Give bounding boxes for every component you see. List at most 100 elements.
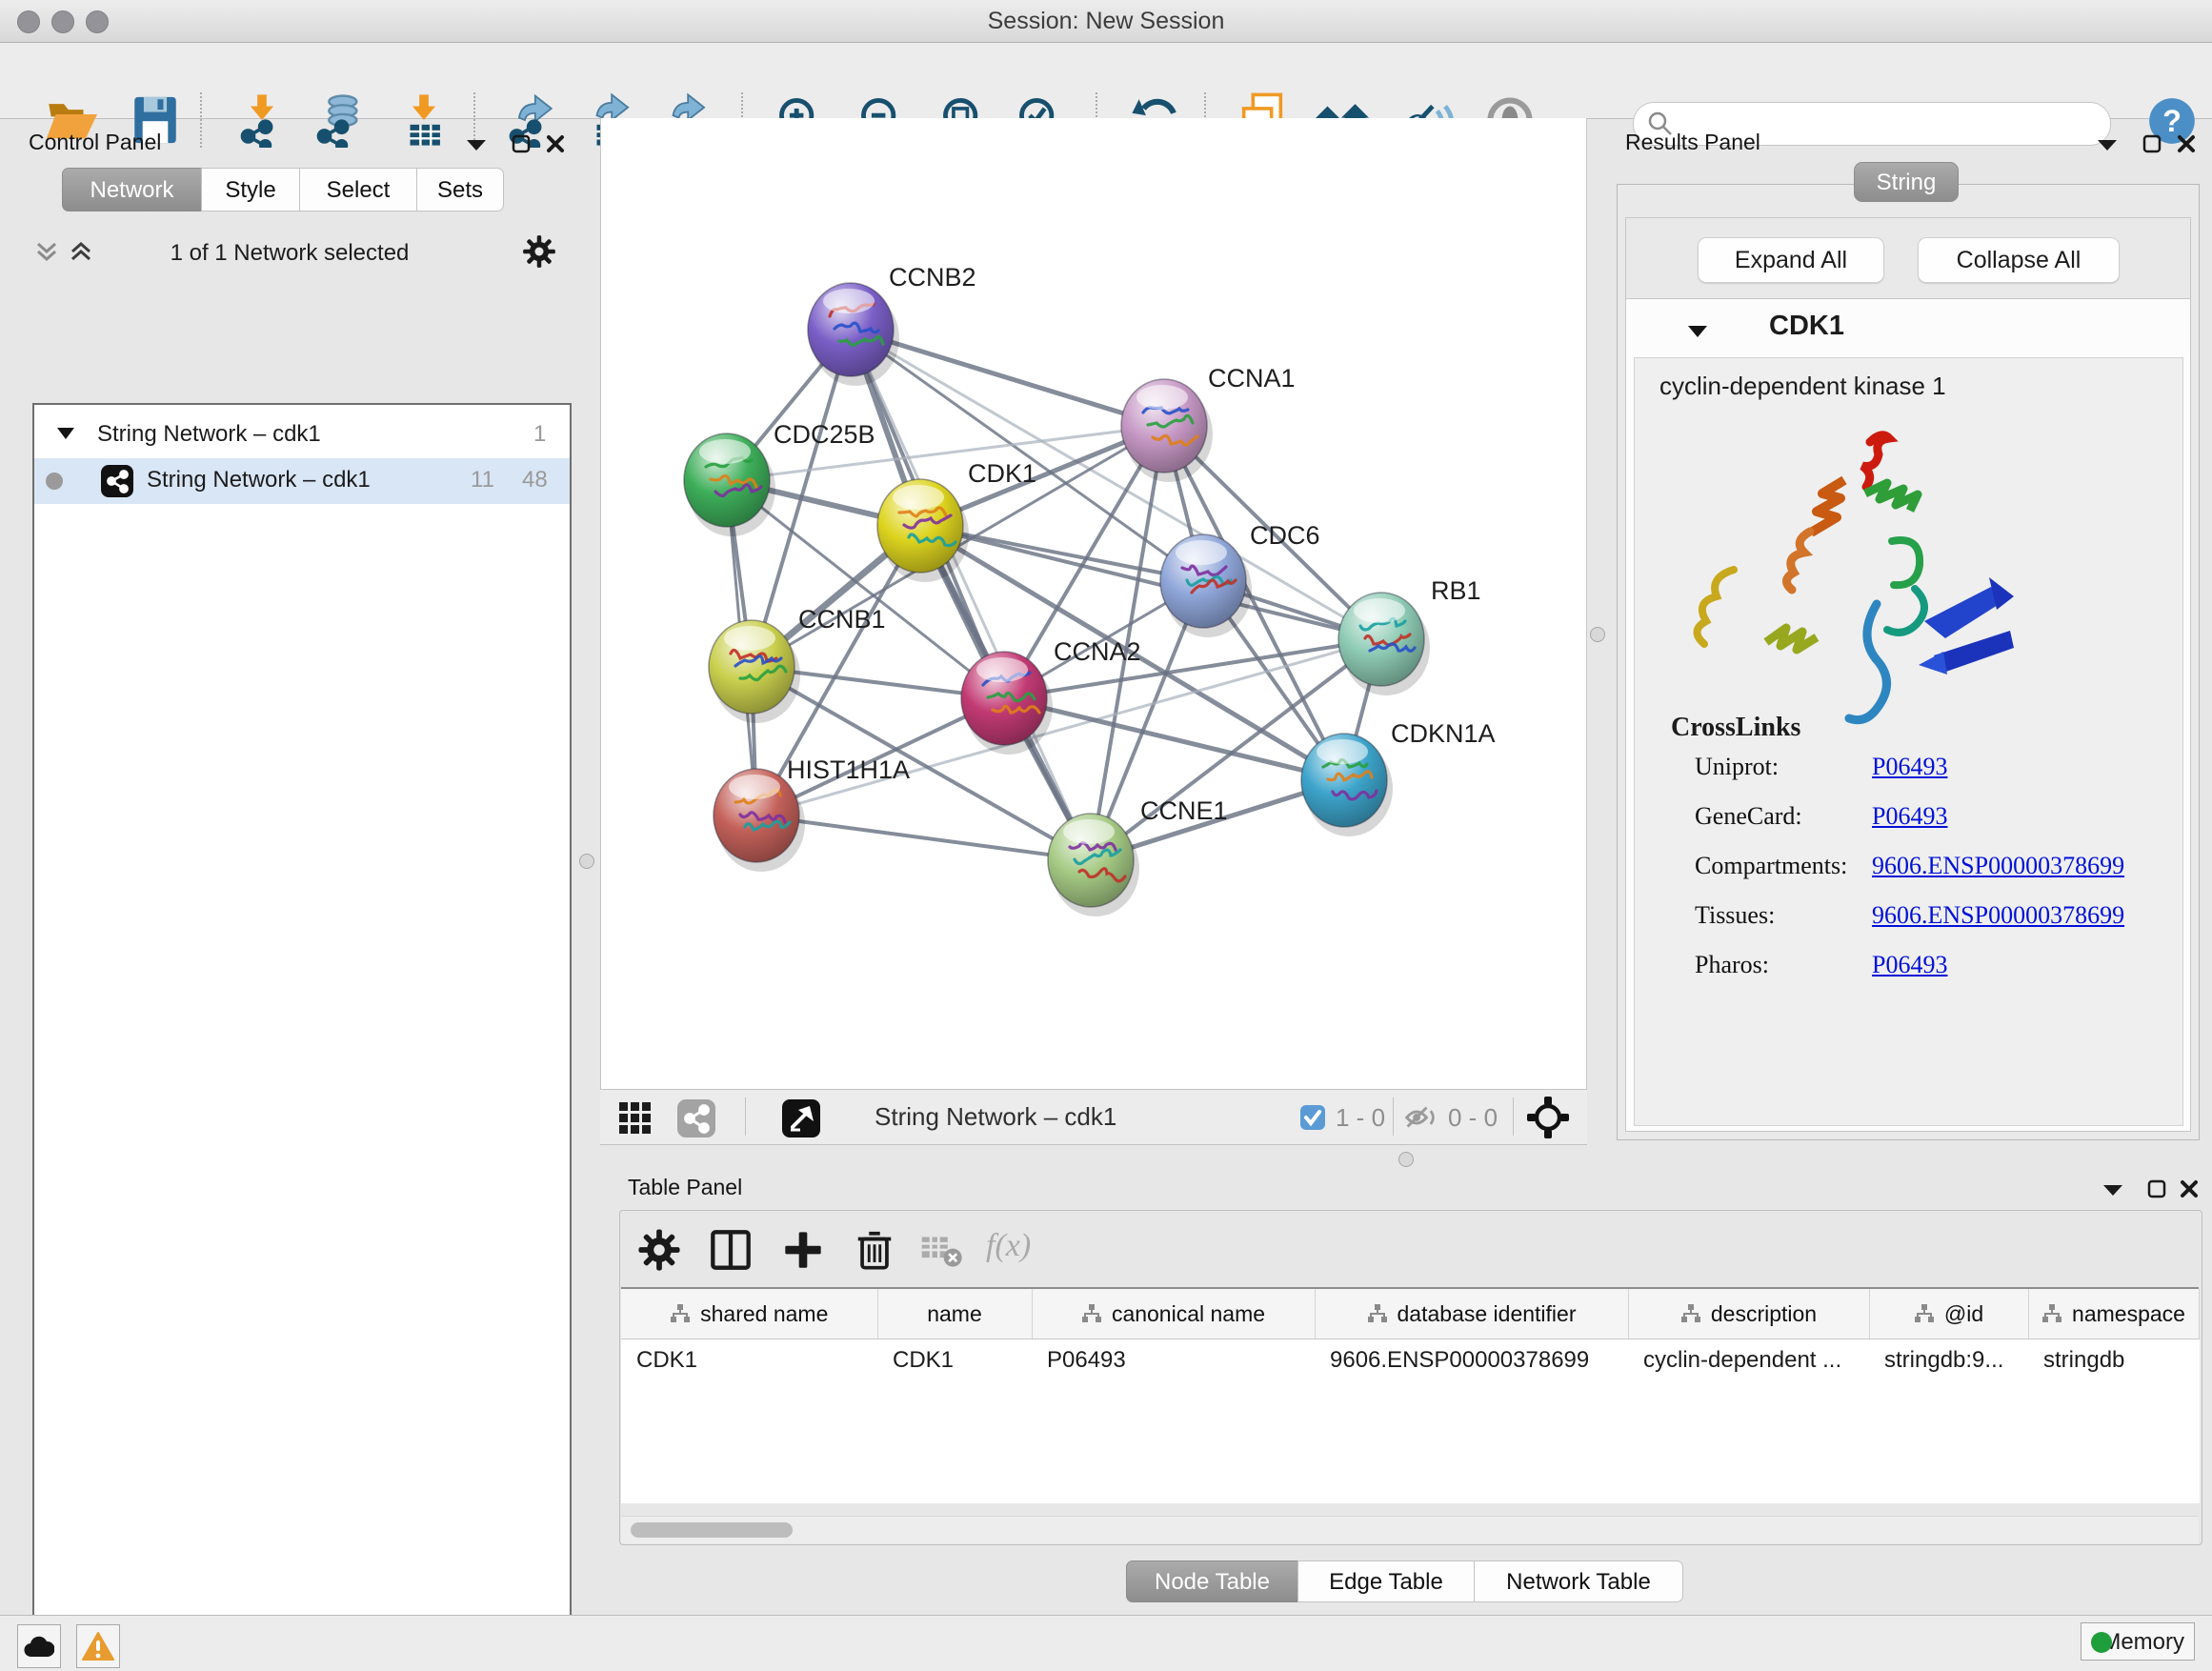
column-header[interactable]: canonical name <box>1032 1289 1315 1339</box>
shared-column-icon <box>1680 1303 1701 1324</box>
crosslink-label: Compartments: <box>1695 852 1847 880</box>
table-cell[interactable]: 9606.ENSP00000378699 <box>1315 1339 1628 1382</box>
network-node-label: CCNB1 <box>798 605 886 634</box>
network-collection-row[interactable]: String Network – cdk1 1 <box>34 413 570 458</box>
network-node-label: CDC25B <box>774 420 875 449</box>
network-node-label: CCNE1 <box>1140 796 1228 825</box>
control-panel-menu-icon[interactable] <box>465 137 488 152</box>
network-options-gear-icon[interactable] <box>522 234 556 269</box>
control-panel-float-icon[interactable] <box>511 133 532 154</box>
hidden-items-eye-icon <box>1405 1103 1441 1132</box>
crosslink-link[interactable]: P06493 <box>1872 753 1947 781</box>
table-panel-float-icon[interactable] <box>2146 1178 2167 1199</box>
cloud-status-button[interactable] <box>17 1624 61 1668</box>
viewbar-separator <box>1393 1097 1394 1136</box>
table-panel-title: Table Panel <box>628 1175 742 1200</box>
column-header[interactable]: description <box>1628 1289 1869 1339</box>
tab-select[interactable]: Select <box>299 168 417 211</box>
birds-eye-view-icon[interactable] <box>617 1100 654 1137</box>
expand-all-button[interactable]: Expand All <box>1698 237 1884 283</box>
network-node-label: CDC6 <box>1250 521 1320 550</box>
tab-style[interactable]: Style <box>201 168 300 211</box>
network-node-label: CCNA2 <box>1054 637 1141 666</box>
viewbar-separator <box>745 1097 746 1136</box>
table-cell[interactable]: CDK1 <box>877 1339 1032 1382</box>
open-in-new-window-icon[interactable] <box>781 1098 821 1138</box>
node-table: shared name name canonical name database… <box>621 1289 2200 1503</box>
collapse-all-button[interactable]: Collapse All <box>1918 237 2120 283</box>
tab-node-table[interactable]: Node Table <box>1126 1560 1298 1602</box>
crosslink-link[interactable]: P06493 <box>1872 951 1947 979</box>
network-collection-count: 1 <box>533 421 546 448</box>
horizontal-scrollbar[interactable] <box>621 1516 2199 1543</box>
table-panel-menu-icon[interactable] <box>2101 1182 2124 1198</box>
window-close-button[interactable] <box>17 10 40 33</box>
column-header[interactable]: name <box>877 1289 1032 1339</box>
main-toolbar: ? <box>0 43 2212 119</box>
results-panel-menu-icon[interactable] <box>2096 137 2119 152</box>
table-panel-close-icon[interactable] <box>2179 1178 2200 1199</box>
memory-button[interactable]: Memory <box>2081 1622 2195 1661</box>
navigator-crosshair-icon[interactable] <box>1526 1096 1570 1139</box>
results-panel-title: Results Panel <box>1625 130 1760 155</box>
column-header[interactable]: shared name <box>621 1289 877 1339</box>
network-node-label: CDK1 <box>968 459 1036 488</box>
window-title: Session: New Session <box>0 0 2212 42</box>
network-node-label: CDKN1A <box>1391 719 1496 748</box>
network-view-title: String Network – cdk1 <box>875 1102 1116 1132</box>
selected-checkbox-icon[interactable] <box>1299 1104 1326 1131</box>
network-edge-count: 48 <box>522 467 548 493</box>
viewbar-separator <box>1513 1097 1514 1136</box>
tab-edge-table[interactable]: Edge Table <box>1297 1560 1475 1602</box>
results-panel-float-icon[interactable] <box>2142 133 2162 154</box>
table-cell[interactable]: P06493 <box>1032 1339 1315 1382</box>
shared-column-icon <box>1367 1303 1388 1324</box>
create-column-icon[interactable] <box>781 1228 825 1272</box>
string-network-graph[interactable]: CCNB2CCNA1CDC25BCDK1CDC6RB1CCNB1CCNA2CDK… <box>601 118 1586 1089</box>
network-collection-label: String Network – cdk1 <box>97 421 321 448</box>
warning-icon <box>82 1631 114 1661</box>
delete-column-icon[interactable] <box>853 1228 896 1272</box>
window-zoom-button[interactable] <box>86 10 109 33</box>
title-bar: Session: New Session <box>0 0 2212 43</box>
network-row-selected[interactable]: String Network – cdk1 11 48 <box>34 458 570 504</box>
column-header[interactable]: namespace <box>2028 1289 2199 1339</box>
tab-network[interactable]: Network <box>62 168 202 211</box>
column-header[interactable]: @id <box>1869 1289 2028 1339</box>
table-cell[interactable]: CDK1 <box>621 1339 877 1382</box>
table-cell[interactable]: cyclin-dependent ... <box>1628 1339 1869 1382</box>
crosslink-row: Tissues: 9606.ENSP00000378699 <box>1695 901 2171 951</box>
tab-string-results[interactable]: String <box>1854 162 1959 202</box>
control-panel: Control Panel NetworkStyleSelectSets 1 o… <box>8 124 572 1596</box>
show-columns-icon[interactable] <box>709 1228 753 1272</box>
crosslink-label: Pharos: <box>1695 951 1769 979</box>
results-panel-close-icon[interactable] <box>2176 133 2197 154</box>
left-splitter-handle[interactable] <box>579 854 594 869</box>
table-row[interactable]: CDK1 CDK1 P06493 9606.ENSP00000378699 cy… <box>621 1339 2199 1382</box>
section-expander-icon[interactable] <box>1687 324 1708 338</box>
network-view-type-icon[interactable] <box>676 1098 716 1138</box>
crosslink-link[interactable]: P06493 <box>1872 802 1947 831</box>
table-cell[interactable]: stringdb:9... <box>1869 1339 2028 1382</box>
horizontal-splitter-handle[interactable] <box>1398 1152 1414 1167</box>
shared-column-icon <box>1914 1303 1935 1324</box>
table-cell[interactable]: stringdb <box>2028 1339 2199 1382</box>
scrollbar-thumb[interactable] <box>631 1522 793 1538</box>
column-header[interactable]: database identifier <box>1315 1289 1628 1339</box>
network-tree: String Network – cdk1 1 String Network –… <box>32 403 572 1671</box>
tab-sets[interactable]: Sets <box>416 168 504 211</box>
tree-expander-icon[interactable] <box>55 426 76 441</box>
crosslink-row: Pharos: P06493 <box>1695 951 2171 1000</box>
warnings-button[interactable] <box>76 1624 120 1668</box>
control-panel-close-icon[interactable] <box>545 133 566 154</box>
network-node-count: 11 <box>471 467 494 493</box>
window-minimize-button[interactable] <box>51 10 74 33</box>
right-splitter-handle[interactable] <box>1590 627 1605 642</box>
crosslink-link[interactable]: 9606.ENSP00000378699 <box>1872 901 2124 930</box>
crosslink-label: Tissues: <box>1695 901 1775 930</box>
table-options-gear-icon[interactable] <box>637 1228 681 1272</box>
tab-network-table[interactable]: Network Table <box>1474 1560 1683 1602</box>
crosslink-label: Uniprot: <box>1695 753 1779 781</box>
network-canvas[interactable]: CCNB2CCNA1CDC25BCDK1CDC6RB1CCNB1CCNA2CDK… <box>600 118 1587 1089</box>
crosslink-link[interactable]: 9606.ENSP00000378699 <box>1872 852 2124 880</box>
